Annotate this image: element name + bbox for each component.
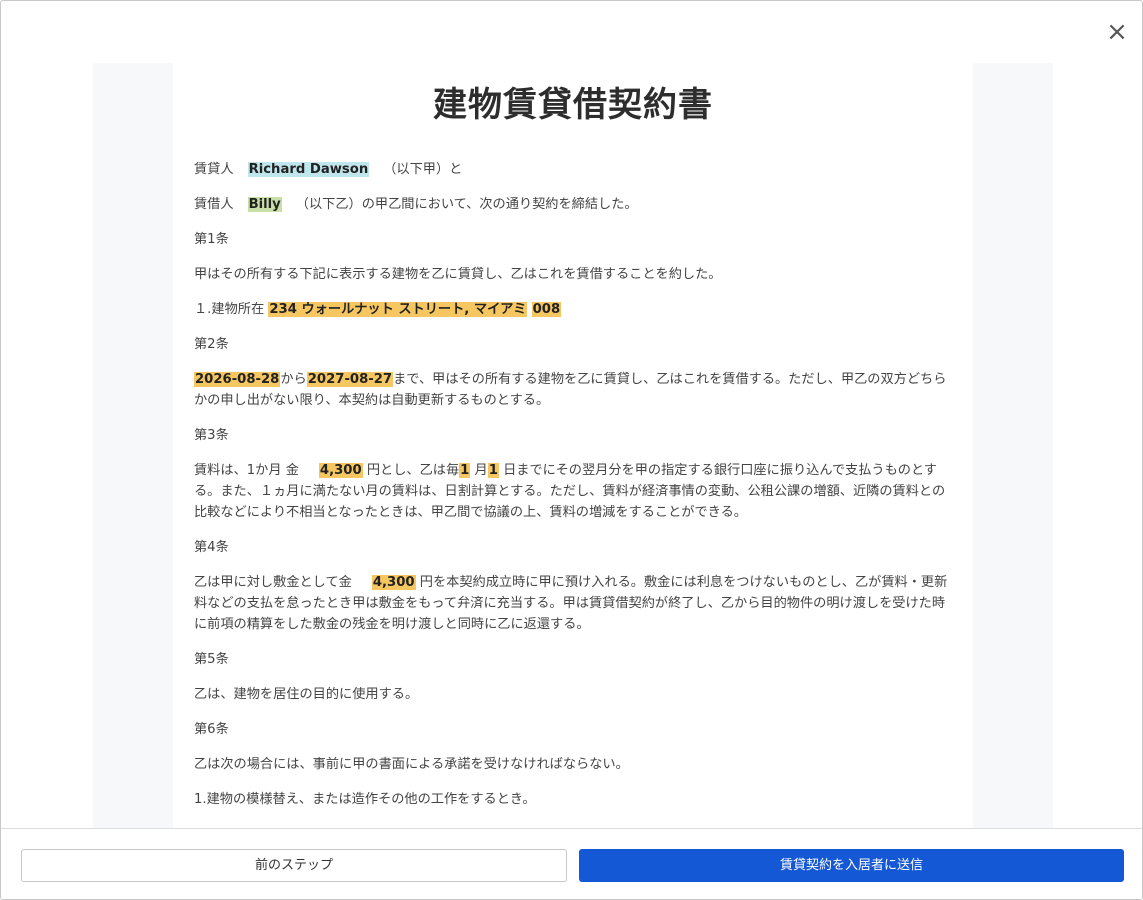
deposit-prefix: 乙は甲に対し敷金として金: [194, 575, 352, 590]
lessee-name-field: Billy: [247, 197, 282, 212]
article3-body: 日までにその翌月分を甲の指定する銀行口座に振り込んで支払うものとする。また、１ヵ…: [194, 463, 946, 520]
document-page: 建物賃貸借契約書 賃貸人 Richard Dawson （以下甲）と 賃借人 Bill…: [173, 63, 973, 828]
lessor-line: 賃貸人 Richard Dawson （以下甲）と: [194, 159, 954, 180]
article5-text: 乙は、建物を居住の目的に使用する。: [194, 687, 419, 702]
lessee-suffix: （以下乙）の甲乙間において、次の通り契約を締結した。: [295, 197, 638, 212]
article6-text: 乙は次の場合には、事前に甲の書面による承諾を受けなければならない。: [194, 757, 629, 772]
article1-item: １.建物所在 234 ウォールナット ストリート, マイアミ 008: [194, 299, 954, 320]
property-location-label: １.建物所在: [194, 302, 265, 317]
document-title: 建物賃貸借契約書: [433, 85, 713, 125]
article4-text: 乙は甲に対し敷金として金 4,300 円を本契約成立時に甲に預け入れる。敷金には利…: [194, 572, 954, 635]
document-body: 賃貸人 Richard Dawson （以下甲）と 賃借人 Billy （以下乙）の甲乙…: [194, 159, 954, 824]
property-address-field: 234 ウォールナット ストリート, マイアミ: [268, 302, 528, 317]
lease-end-date-field: 2027-08-27: [306, 372, 394, 387]
month-text: 月: [474, 463, 488, 478]
article4-heading: 第4条: [194, 540, 229, 555]
previous-step-button[interactable]: 前のステップ: [21, 849, 567, 882]
article1-heading: 第1条: [194, 232, 229, 247]
article6-heading: 第6条: [194, 722, 229, 737]
property-unit-field: 008: [531, 302, 562, 317]
contract-preview-modal: × 建物賃貸借契約書 賃貸人 Richard Dawson （以下甲）と 賃借人 Bi…: [0, 0, 1143, 900]
rent-prefix: 賃料は、1か月 金: [194, 463, 299, 478]
modal-footer: 前のステップ 賃貸契約を入居者に送信: [1, 828, 1142, 899]
lessee-line: 賃借人 Billy （以下乙）の甲乙間において、次の通り契約を締結した。: [194, 194, 954, 215]
article6-item1: 1.建物の模様替え、または造作その他の工作をするとき。: [194, 792, 536, 807]
lessee-label: 賃借人: [194, 197, 234, 212]
payment-month-field: 1: [459, 463, 471, 478]
rent-mid: 円とし、乙は毎: [366, 463, 460, 478]
lessor-label: 賃貸人: [194, 162, 234, 177]
article2-heading: 第2条: [194, 337, 229, 352]
article3-heading: 第3条: [194, 428, 229, 443]
lessor-name-field: Richard Dawson: [247, 162, 370, 177]
article1-text: 甲はその所有する下記に表示する建物を乙に賃貸し、乙はこれを賃借することを約した。: [194, 267, 722, 282]
payment-day-field: 1: [487, 463, 499, 478]
article5-heading: 第5条: [194, 652, 229, 667]
article2-text: 2026-08-28から2027-08-27まで、甲はその所有する建物を乙に賃貸…: [194, 369, 954, 411]
lessor-suffix: （以下甲）と: [383, 162, 463, 177]
from-text: から: [280, 372, 307, 387]
article3-text: 賃料は、1か月 金 4,300 円とし、乙は毎1 月1 日までにその翌月分を甲の指…: [194, 460, 954, 523]
deposit-amount-field: 4,300: [371, 575, 416, 590]
send-lease-to-tenant-button[interactable]: 賃貸契約を入居者に送信: [579, 849, 1124, 882]
lease-start-date-field: 2026-08-28: [194, 372, 281, 387]
close-icon[interactable]: ×: [1104, 19, 1130, 45]
document-viewport[interactable]: 建物賃貸借契約書 賃貸人 Richard Dawson （以下甲）と 賃借人 Bill…: [93, 63, 1053, 828]
rent-amount-field: 4,300: [318, 463, 363, 478]
